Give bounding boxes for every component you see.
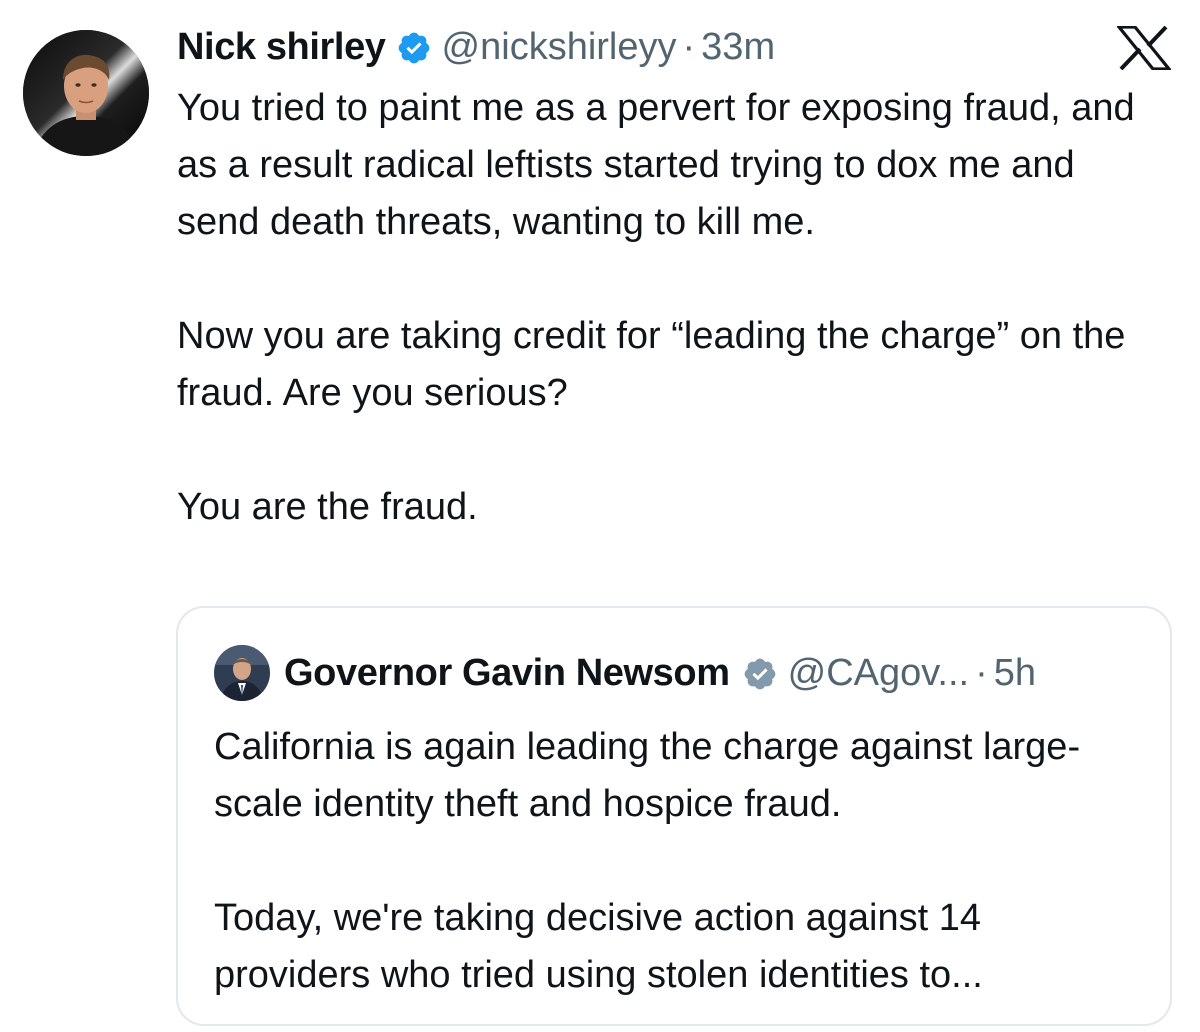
quoted-tweet-card[interactable]: Governor Gavin Newsom @CAgov... · 5h Cal…: [176, 606, 1172, 1026]
author-avatar[interactable]: [23, 30, 149, 156]
quoted-tweet-text: California is again leading the charge a…: [214, 719, 1144, 1004]
quoted-separator-dot: ·: [975, 652, 988, 694]
author-handle[interactable]: @nickshirleyy: [442, 22, 677, 72]
government-verified-icon: [742, 655, 778, 691]
quoted-author-avatar[interactable]: [214, 645, 270, 701]
x-logo-icon: [1115, 25, 1173, 71]
quoted-author-display-name[interactable]: Governor Gavin Newsom: [284, 648, 730, 698]
tweet-paragraph: Now you are taking credit for “leading t…: [177, 315, 1126, 414]
tweet-header: Nick shirley @nickshirleyy · 33m: [177, 22, 775, 72]
tweet-paragraph: You are the fraud.: [177, 486, 478, 528]
verified-badge-icon: [396, 29, 432, 65]
author-display-name[interactable]: Nick shirley: [177, 22, 386, 72]
separator-dot: ·: [682, 26, 696, 68]
quoted-tweet-header: Governor Gavin Newsom @CAgov... · 5h: [214, 645, 1036, 701]
tweet-timestamp[interactable]: 33m: [701, 22, 775, 72]
quoted-tweet-paragraph: Today, we're taking decisive action agai…: [214, 897, 983, 996]
quoted-tweet-timestamp[interactable]: 5h: [994, 648, 1036, 698]
quoted-tweet-paragraph: California is again leading the charge a…: [214, 726, 1081, 825]
tweet-paragraph: You tried to paint me as a pervert for e…: [177, 87, 1135, 243]
tweet-text: You tried to paint me as a pervert for e…: [177, 80, 1167, 536]
quoted-author-handle[interactable]: @CAgov...: [788, 648, 969, 698]
tweet-screenshot: Nick shirley @nickshirleyy · 33m You tri…: [0, 0, 1200, 1032]
